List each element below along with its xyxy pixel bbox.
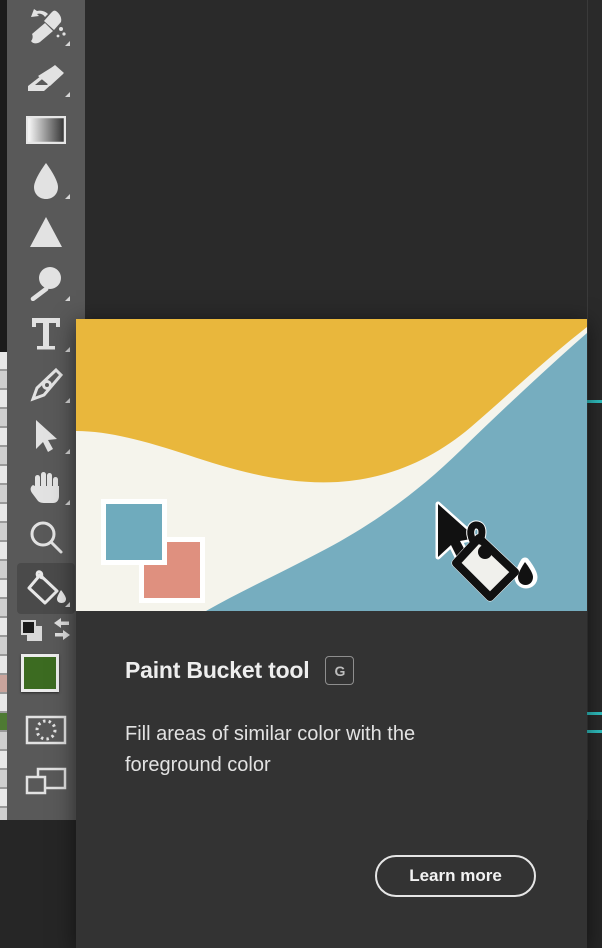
paint-bucket-demo-illustration	[76, 319, 587, 611]
color-swatches	[7, 648, 85, 714]
brush-icon	[24, 7, 68, 49]
tool-tip-title-row: Paint Bucket tool G	[125, 656, 587, 685]
tool-mixer-brush[interactable]	[17, 2, 75, 53]
learn-more-button[interactable]: Learn more	[375, 855, 536, 897]
tool-tip-title: Paint Bucket tool	[125, 657, 310, 683]
pen-nib-icon	[27, 366, 65, 404]
tool-burn[interactable]	[17, 257, 75, 308]
color-shortcut-row	[7, 614, 85, 648]
keyboard-shortcut-badge: G	[325, 656, 355, 685]
magnifier-solid-icon	[27, 265, 65, 301]
screen-mode-button[interactable]	[7, 758, 85, 810]
tool-tip-popup: Paint Bucket tool G Fill areas of simila…	[76, 319, 587, 948]
tool-flyout-indicator	[65, 296, 70, 301]
tools-panel[interactable]	[7, 0, 85, 948]
tool-eraser[interactable]	[17, 53, 75, 104]
tools-panel-body	[7, 0, 85, 794]
tool-flyout-indicator	[65, 398, 70, 403]
arrow-pointer-icon	[33, 418, 59, 454]
tool-zoom[interactable]	[17, 512, 75, 563]
tool-hand[interactable]	[17, 461, 75, 512]
quick-mask-button[interactable]	[7, 706, 85, 758]
tool-flyout-indicator	[65, 500, 70, 505]
magnifier-icon	[28, 520, 64, 556]
tool-tip-text: Paint Bucket tool G Fill areas of simila…	[76, 611, 587, 781]
tool-gradient[interactable]	[17, 104, 75, 155]
quick-mask-icon	[25, 715, 67, 750]
tool-type[interactable]	[17, 308, 75, 359]
paint-bucket-icon	[24, 569, 68, 609]
triangle-icon	[28, 215, 64, 249]
swap-colors-icon[interactable]	[51, 617, 73, 646]
type-t-icon	[30, 316, 62, 352]
tool-flyout-indicator	[65, 449, 70, 454]
toolbar-bottom-controls	[7, 614, 85, 810]
droplet-icon	[31, 161, 61, 201]
tool-flyout-indicator	[65, 602, 70, 607]
right-panel-divider	[587, 0, 588, 948]
tool-paint-bucket[interactable]	[17, 563, 75, 614]
tool-dodge[interactable]	[17, 206, 75, 257]
eraser-icon	[25, 62, 67, 96]
tool-blur[interactable]	[17, 155, 75, 206]
foreground-color-swatch[interactable]	[21, 654, 59, 692]
tool-flyout-indicator	[65, 92, 70, 97]
tool-path-selection[interactable]	[17, 410, 75, 461]
hand-icon	[29, 469, 63, 505]
default-colors-icon[interactable]	[21, 620, 43, 647]
tool-tip-description: Fill areas of similar color with the for…	[125, 723, 416, 776]
tool-flyout-indicator	[65, 194, 70, 199]
tool-flyout-indicator	[65, 41, 70, 46]
screen-mode-icon	[24, 767, 68, 802]
gradient-icon	[26, 115, 66, 144]
photoshop-window: Paint Bucket tool G Fill areas of simila…	[0, 0, 602, 948]
tool-flyout-indicator	[65, 347, 70, 352]
tool-pen[interactable]	[17, 359, 75, 410]
